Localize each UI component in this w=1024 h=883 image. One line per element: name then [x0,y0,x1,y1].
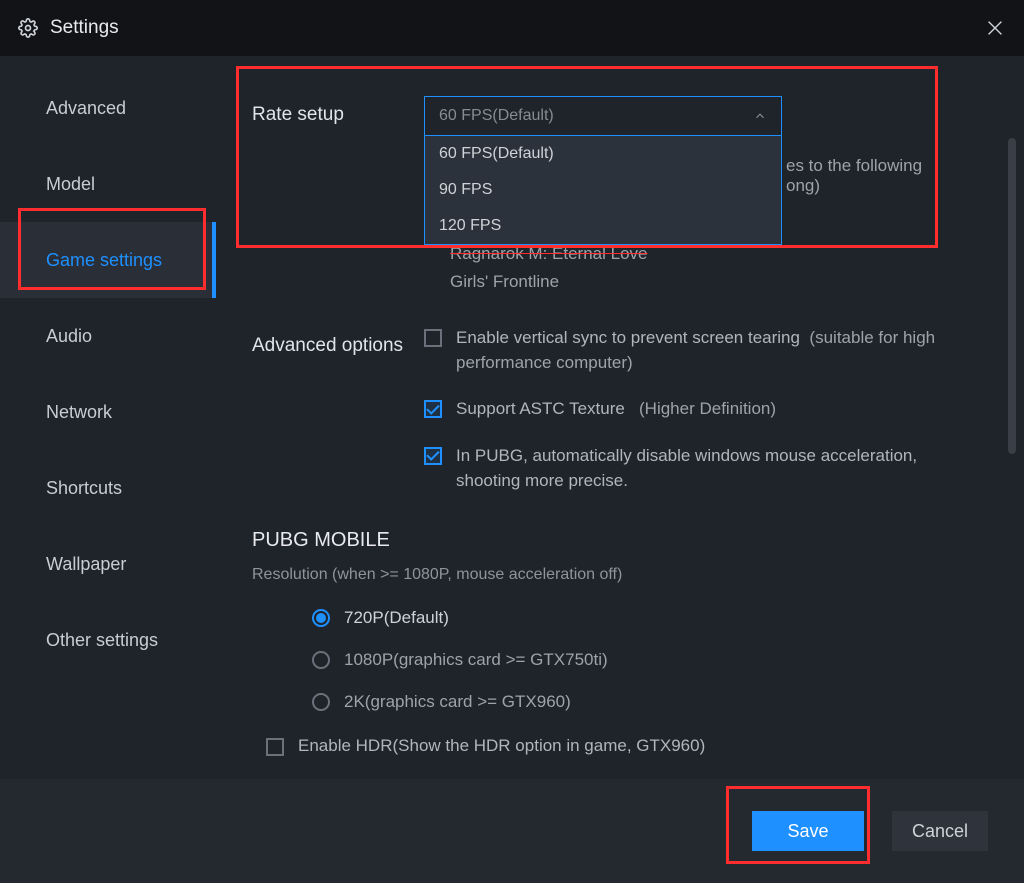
sidebar: Advanced Model Game settings Audio Netwo… [0,56,216,779]
pubg-res-label: 2K(graphics card >= GTX960) [344,692,571,712]
rate-game-ragnarok: Ragnarok M: Eternal Love [450,244,982,264]
sidebar-item-model[interactable]: Model [0,146,216,222]
rate-option-90[interactable]: 90 FPS [425,172,781,208]
hdr-option[interactable]: Enable HDR(Show the HDR option in game, … [266,734,982,759]
titlebar: Settings [0,0,1024,56]
sidebar-item-wallpaper[interactable]: Wallpaper [0,526,216,602]
pubg-res-2k[interactable]: 2K(graphics card >= GTX960) [312,692,982,712]
advanced-options-label: Advanced options [252,326,424,358]
sidebar-item-label: Wallpaper [46,554,126,575]
pubg-accel-label: In PUBG, automatically disable windows m… [456,444,982,493]
pubg-res-label: 1080P(graphics card >= GTX750ti) [344,650,608,670]
pubg-res-label: 720P(Default) [344,608,449,628]
sidebar-item-label: Network [46,402,112,423]
scrollbar-thumb[interactable] [1008,138,1016,454]
advanced-options-row: Advanced options Enable vertical sync to… [252,326,982,515]
sidebar-item-label: Advanced [46,98,126,119]
astc-option[interactable]: Support ASTC Texture (Higher Definition) [424,397,982,422]
scrollbar[interactable] [1008,84,1016,764]
rate-option-60[interactable]: 60 FPS(Default) [425,136,781,172]
cancel-button[interactable]: Cancel [892,811,988,851]
sidebar-item-other-settings[interactable]: Other settings [0,602,216,678]
sidebar-item-label: Shortcuts [46,478,122,499]
astc-note: (Higher Definition) [639,399,776,418]
save-button[interactable]: Save [752,811,864,851]
pubg-res-1080[interactable]: 1080P(graphics card >= GTX750ti) [312,650,982,670]
gear-icon [18,18,38,38]
rate-hint-line2: ong) [786,176,922,196]
sidebar-item-label: Game settings [46,250,162,271]
sidebar-item-advanced[interactable]: Advanced [0,70,216,146]
rate-setup-row: Rate setup 60 FPS(Default) 60 FPS(Defaul… [252,96,982,300]
sidebar-item-label: Model [46,174,95,195]
footer: Save Cancel [0,779,1024,883]
hdr-checkbox[interactable] [266,738,284,756]
rate-setup-label: Rate setup [252,96,424,126]
sidebar-item-label: Other settings [46,630,158,651]
astc-label: Support ASTC Texture [456,399,625,418]
settings-panel: Rate setup 60 FPS(Default) 60 FPS(Defaul… [216,56,1024,779]
rate-game-girls-frontline: Girls' Frontline [450,272,982,292]
rate-dropdown[interactable]: 60 FPS(Default) [424,96,782,136]
sidebar-item-shortcuts[interactable]: Shortcuts [0,450,216,526]
rate-dropdown-selected: 60 FPS(Default) [439,107,554,125]
radio-icon [312,609,330,627]
sidebar-item-audio[interactable]: Audio [0,298,216,374]
astc-checkbox[interactable] [424,400,442,418]
hdr-label: Enable HDR(Show the HDR option in game, … [298,734,705,759]
chevron-up-icon [753,109,767,123]
vsync-checkbox[interactable] [424,329,442,347]
window-title: Settings [50,17,119,39]
radio-icon [312,651,330,669]
sidebar-item-network[interactable]: Network [0,374,216,450]
rate-dropdown-menu: 60 FPS(Default) 90 FPS 120 FPS [424,135,782,245]
sidebar-item-label: Audio [46,326,92,347]
close-icon[interactable] [984,17,1006,39]
vsync-label: Enable vertical sync to prevent screen t… [456,328,800,347]
sidebar-item-game-settings[interactable]: Game settings [0,222,216,298]
radio-icon [312,693,330,711]
pubg-accel-checkbox[interactable] [424,447,442,465]
vsync-option[interactable]: Enable vertical sync to prevent screen t… [424,326,982,375]
rate-hint-line1: es to the following [786,156,922,176]
pubg-accel-option[interactable]: In PUBG, automatically disable windows m… [424,444,982,493]
pubg-res-720[interactable]: 720P(Default) [312,608,982,628]
pubg-resolution-note: Resolution (when >= 1080P, mouse acceler… [252,566,982,584]
pubg-heading: PUBG MOBILE [252,529,982,552]
rate-option-120[interactable]: 120 FPS [425,208,781,244]
